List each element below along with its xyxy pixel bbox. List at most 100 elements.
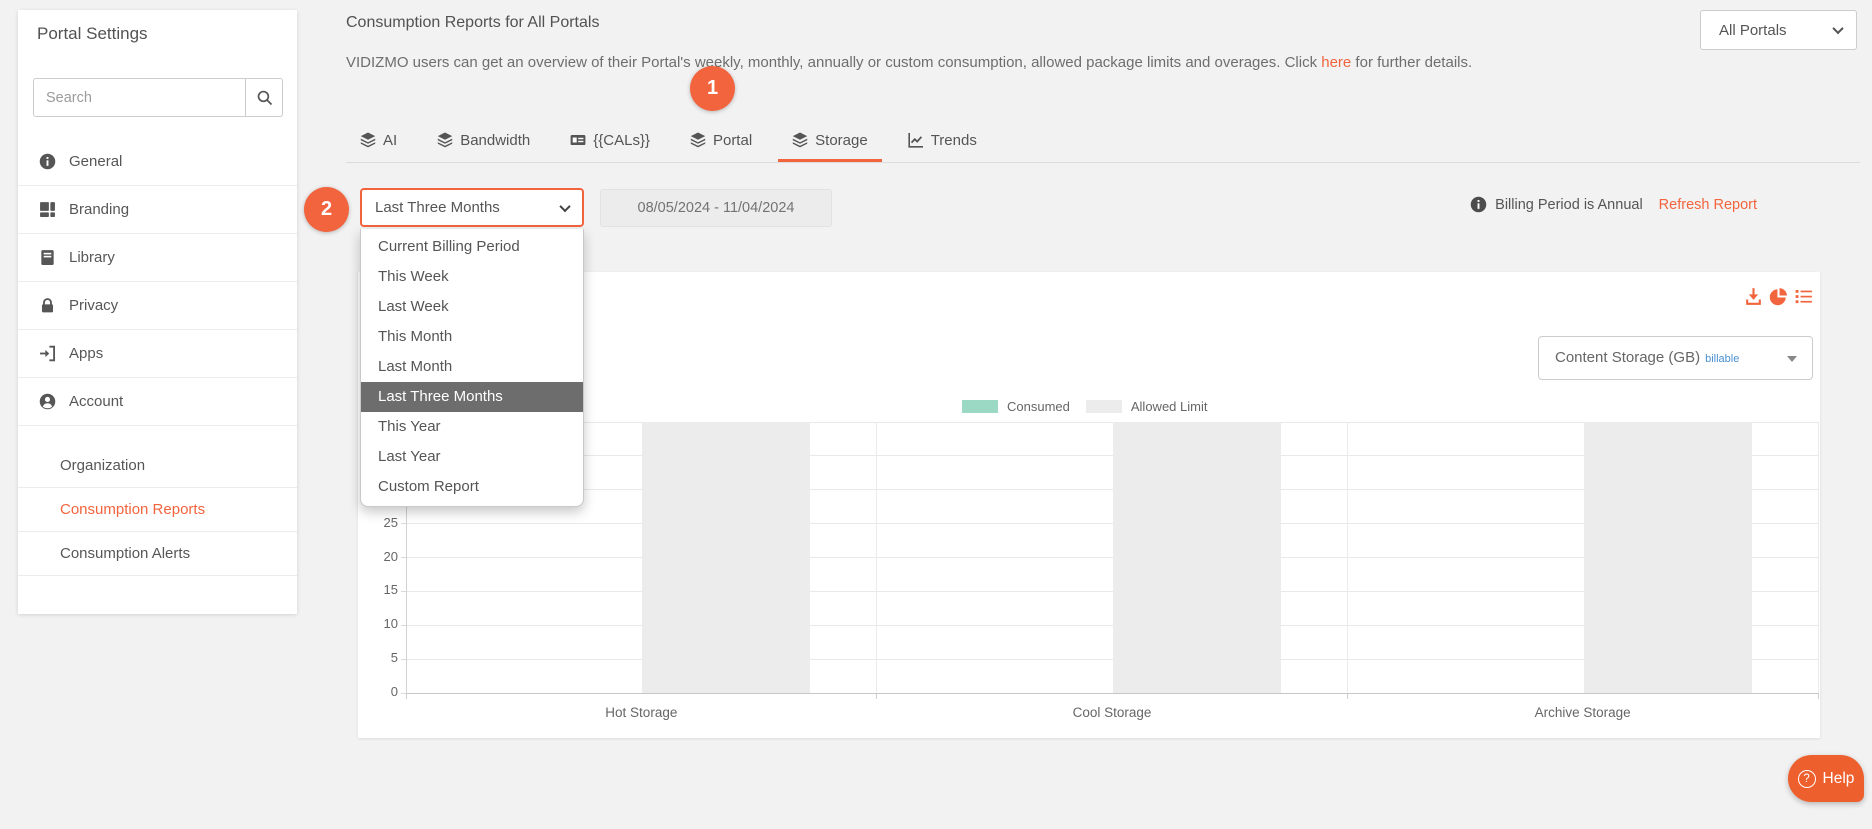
legend-item-consumed: Consumed <box>962 399 1070 414</box>
tab-ai[interactable]: AI <box>358 124 399 157</box>
y-axis-label: 5 <box>362 650 398 665</box>
sidebar-item-organization[interactable]: Organization <box>18 444 297 488</box>
grid-vline <box>876 422 877 693</box>
sidebar-item-general[interactable]: General <box>18 138 297 186</box>
description-text: VIDIZMO users can get an overview of the… <box>346 54 1321 71</box>
tab-label: Storage <box>815 132 868 149</box>
sidebar-subitem-label: Consumption Reports <box>60 501 205 518</box>
portal-scope-select[interactable]: All Portals <box>1700 10 1857 50</box>
refresh-report-link[interactable]: Refresh Report <box>1659 197 1757 213</box>
period-option-last-three-months[interactable]: Last Three Months <box>361 382 583 412</box>
chevron-down-icon <box>1832 23 1843 34</box>
chart-legend: Consumed Allowed Limit <box>962 399 1207 414</box>
period-option-last-week[interactable]: Last Week <box>361 292 583 322</box>
library-icon <box>39 249 56 266</box>
description-text-after: for further details. <box>1351 54 1472 71</box>
help-button[interactable]: ? Help <box>1788 755 1864 802</box>
sidebar-item-apps[interactable]: Apps <box>18 330 297 378</box>
period-option-custom-report[interactable]: Custom Report <box>361 472 583 502</box>
page-title: Consumption Reports for All Portals <box>346 14 599 32</box>
info-icon <box>39 153 56 170</box>
period-option-this-month[interactable]: This Month <box>361 322 583 352</box>
id-card-icon <box>570 132 586 148</box>
y-axis-label: 10 <box>362 616 398 631</box>
metric-label: Content Storage (GB) <box>1555 349 1700 366</box>
portal-settings-page: Portal Settings GeneralBrandingLibraryPr… <box>0 0 1872 829</box>
sidebar-item-label: General <box>69 153 122 170</box>
grid-vline <box>1347 422 1348 693</box>
tab-label: AI <box>383 132 397 149</box>
lock-icon <box>39 297 56 314</box>
annotation-badge-1: 1 <box>690 66 735 111</box>
sidebar-item-label: Apps <box>69 345 103 362</box>
layers-icon <box>690 132 706 148</box>
branding-icon <box>39 201 56 218</box>
sidebar-item-label: Privacy <box>69 297 118 314</box>
x-axis-label: Cool Storage <box>1002 705 1222 720</box>
period-select-value: Last Three Months <box>375 199 500 216</box>
period-option-this-week[interactable]: This Week <box>361 262 583 292</box>
annotation-badge-2: 2 <box>304 187 349 232</box>
pie-chart-icon[interactable] <box>1768 286 1789 307</box>
legend-label: Consumed <box>1007 399 1070 414</box>
x-tick <box>1818 693 1819 699</box>
period-select[interactable]: Last Three Months <box>360 188 584 227</box>
sidebar-item-consumption-alerts[interactable]: Consumption Alerts <box>18 532 297 576</box>
tab-cals[interactable]: {{CALs}} <box>568 124 652 157</box>
report-tabs: AI Bandwidth {{CALs}} Portal Storage Trends <box>358 122 979 158</box>
date-range-value: 08/05/2024 - 11/04/2024 <box>638 200 795 216</box>
x-tick <box>1347 693 1348 699</box>
sidebar-submenu: Organization Consumption Reports Consumpti… <box>18 444 297 576</box>
sidebar-item-label: Branding <box>69 201 129 218</box>
period-option-last-year[interactable]: Last Year <box>361 442 583 472</box>
sidebar-item-library[interactable]: Library <box>18 234 297 282</box>
list-icon[interactable] <box>1793 286 1814 307</box>
sidebar-item-branding[interactable]: Branding <box>18 186 297 234</box>
question-icon: ? <box>1798 770 1816 788</box>
period-option-last-month[interactable]: Last Month <box>361 352 583 382</box>
legend-label: Allowed Limit <box>1131 399 1208 414</box>
bar-allowed-limit-cool-storage <box>1113 422 1281 693</box>
sidebar-item-privacy[interactable]: Privacy <box>18 282 297 330</box>
y-axis-label: 15 <box>362 582 398 597</box>
legend-item-allowed-limit: Allowed Limit <box>1086 399 1208 414</box>
search-input[interactable] <box>34 79 245 116</box>
sidebar-item-consumption-reports[interactable]: Consumption Reports <box>18 488 297 532</box>
bar-allowed-limit-archive-storage <box>1584 422 1752 693</box>
period-option-current-billing-period[interactable]: Current Billing Period <box>361 232 583 262</box>
search-icon <box>256 89 273 106</box>
tab-storage[interactable]: Storage <box>790 124 870 157</box>
x-axis-label: Archive Storage <box>1473 705 1693 720</box>
caret-down-icon <box>1787 356 1797 362</box>
sidebar: Portal Settings GeneralBrandingLibraryPr… <box>18 10 297 614</box>
x-tick <box>406 693 407 699</box>
y-axis-label: 20 <box>362 549 398 564</box>
grid-vline <box>1818 422 1819 693</box>
period-option-this-year[interactable]: This Year <box>361 412 583 442</box>
search-button[interactable] <box>245 79 282 116</box>
sidebar-menu: General Branding Library Privacy Apps Account <box>18 138 297 426</box>
tab-label: {{CALs}} <box>593 132 650 149</box>
tab-bandwidth[interactable]: Bandwidth <box>435 124 532 157</box>
sidebar-subitem-label: Organization <box>60 457 145 474</box>
sidebar-item-account[interactable]: Account <box>18 378 297 426</box>
tab-label: Portal <box>713 132 752 149</box>
tab-portal[interactable]: Portal <box>688 124 754 157</box>
layers-icon <box>792 132 808 148</box>
tab-trends[interactable]: Trends <box>906 124 979 157</box>
billing-note: Billing Period is Annual <box>1495 197 1643 213</box>
tab-label: Trends <box>931 132 977 149</box>
download-icon[interactable] <box>1743 286 1764 307</box>
sidebar-item-label: Library <box>69 249 115 266</box>
portal-scope-value: All Portals <box>1719 22 1787 39</box>
y-axis-label: 25 <box>362 515 398 530</box>
date-range-display[interactable]: 08/05/2024 - 11/04/2024 <box>600 189 832 227</box>
here-link[interactable]: here <box>1321 54 1351 71</box>
info-icon <box>1470 196 1487 213</box>
x-axis-label: Hot Storage <box>531 705 751 720</box>
metric-select[interactable]: Content Storage (GB) billable <box>1538 336 1813 380</box>
legend-swatch <box>1086 400 1122 413</box>
layers-icon <box>437 132 453 148</box>
tabs-divider <box>346 162 1860 163</box>
chart-toolbar <box>1743 286 1814 307</box>
